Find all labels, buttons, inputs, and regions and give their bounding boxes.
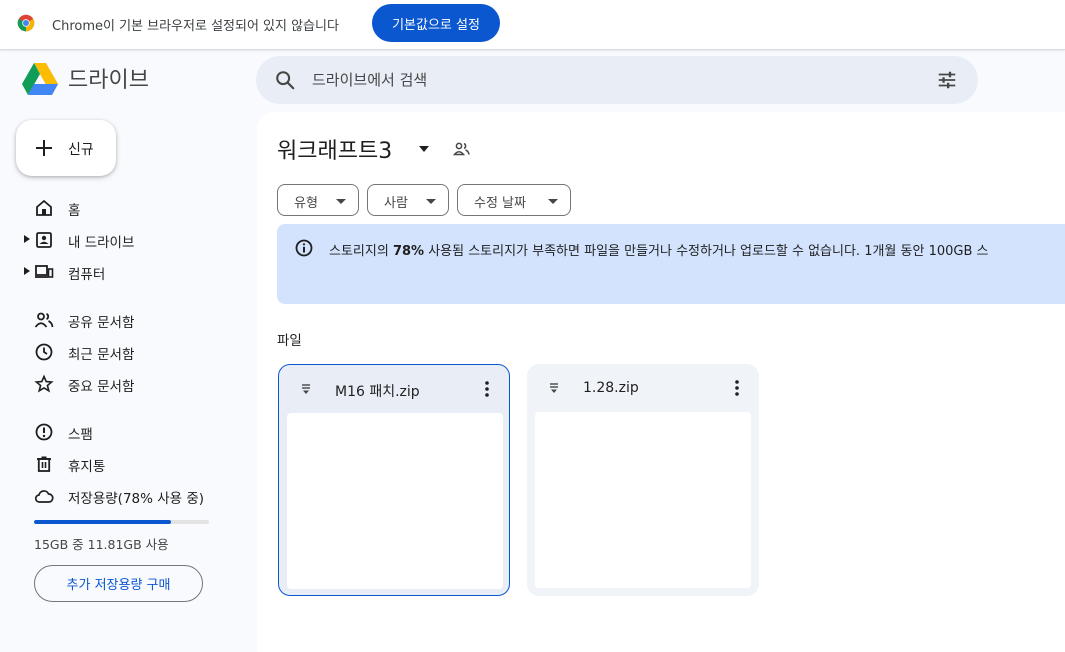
file-thumbnail[interactable] — [535, 412, 751, 588]
search-bar[interactable] — [256, 56, 978, 104]
filter-label: 유형 — [294, 196, 318, 211]
storage-progress-bar — [34, 520, 209, 524]
tune-icon[interactable] — [936, 69, 958, 91]
shared-folder-people-icon[interactable] — [452, 139, 472, 159]
new-button[interactable]: 신규 — [16, 120, 116, 176]
sidebar-item-label: 중요 문서함 — [68, 379, 135, 395]
file-name: M16 패치.zip — [335, 384, 420, 400]
sidebar-item-label: 컴퓨터 — [68, 267, 106, 283]
file-card[interactable]: 1.28.zip — [527, 364, 759, 596]
storage-warning-banner: 스토리지의 78% 사용됨 스토리지가 부족하면 파일을 만들거나 수정하거나 … — [277, 224, 1065, 304]
storage-warning-text: 스토리지의 78% 사용됨 스토리지가 부족하면 파일을 만들거나 수정하거나 … — [329, 244, 989, 259]
star-icon — [34, 374, 54, 393]
info-icon — [295, 239, 313, 257]
zip-file-icon — [550, 383, 558, 393]
sidebar-item-label: 내 드라이브 — [68, 235, 135, 251]
app-title[interactable]: 드라이브 — [68, 62, 149, 94]
filter-label: 사람 — [384, 196, 408, 211]
set-default-button[interactable]: 기본값으로 설정 — [372, 4, 500, 42]
expand-arrow-icon[interactable] — [24, 267, 30, 275]
sidebar-item-shared[interactable]: 공유 문서함 — [24, 306, 244, 334]
zip-file-icon — [302, 384, 310, 394]
filter-label: 수정 날짜 — [474, 196, 526, 211]
file-card[interactable]: M16 패치.zip — [278, 364, 510, 596]
infobar-message: Chrome이 기본 브라우저로 설정되어 있지 않습니다 — [52, 19, 339, 34]
sidebar-item-recent[interactable]: 최근 문서함 — [24, 338, 244, 366]
people-icon — [34, 312, 54, 328]
expand-arrow-icon[interactable] — [24, 235, 30, 243]
search-icon[interactable] — [274, 69, 296, 91]
filter-type-chip[interactable]: 유형 — [277, 184, 359, 216]
clock-icon — [35, 343, 53, 361]
plus-icon — [36, 140, 52, 156]
computer-icon — [35, 265, 54, 278]
files-section-label: 파일 — [277, 333, 302, 349]
caret-down-icon[interactable] — [417, 142, 431, 156]
caret-down-icon — [336, 199, 346, 204]
spam-icon — [35, 423, 53, 441]
search-input[interactable] — [312, 69, 912, 91]
sidebar-item-starred[interactable]: 중요 문서함 — [24, 370, 244, 398]
sidebar-item-trash[interactable]: 휴지통 — [24, 450, 244, 478]
caret-down-icon — [548, 199, 558, 204]
cloud-icon — [34, 490, 54, 503]
sidebar-item-label: 최근 문서함 — [68, 347, 135, 363]
sidebar-item-label: 저장용량(78% 사용 중) — [68, 491, 205, 507]
sidebar-item-spam[interactable]: 스팸 — [24, 418, 244, 446]
home-icon — [36, 199, 52, 216]
more-vert-icon[interactable] — [479, 379, 495, 399]
buy-storage-button[interactable]: 추가 저장용량 구매 — [34, 565, 203, 602]
my-drive-icon — [36, 232, 52, 248]
filter-people-chip[interactable]: 사람 — [367, 184, 449, 216]
sidebar-item-my-drive[interactable]: 내 드라이브 — [24, 226, 244, 254]
sidebar-item-label: 홈 — [68, 203, 81, 219]
more-vert-icon[interactable] — [729, 378, 745, 398]
file-name: 1.28.zip — [583, 380, 639, 396]
storage-progress-fill — [34, 520, 171, 524]
google-drive-logo-icon — [22, 63, 58, 95]
filter-modified-chip[interactable]: 수정 날짜 — [457, 184, 571, 216]
chrome-logo-icon — [17, 14, 35, 32]
default-browser-infobar: Chrome이 기본 브라우저로 설정되어 있지 않습니다 기본값으로 설정 — [0, 0, 1065, 50]
folder-title[interactable]: 워크래프트3 — [277, 133, 392, 165]
new-button-label: 신규 — [68, 142, 94, 158]
sidebar-item-home[interactable]: 홈 — [24, 194, 244, 222]
storage-summary: 15GB 중 11.81GB 사용 — [34, 537, 169, 552]
sidebar-item-storage[interactable]: 저장용량(78% 사용 중) — [24, 482, 244, 510]
sidebar-item-computers[interactable]: 컴퓨터 — [24, 258, 244, 286]
sidebar-item-label: 휴지통 — [68, 459, 106, 475]
trash-icon — [37, 456, 51, 472]
caret-down-icon — [426, 199, 436, 204]
sidebar-item-label: 공유 문서함 — [68, 315, 135, 331]
sidebar-item-label: 스팸 — [68, 427, 93, 443]
file-thumbnail[interactable] — [287, 413, 503, 589]
